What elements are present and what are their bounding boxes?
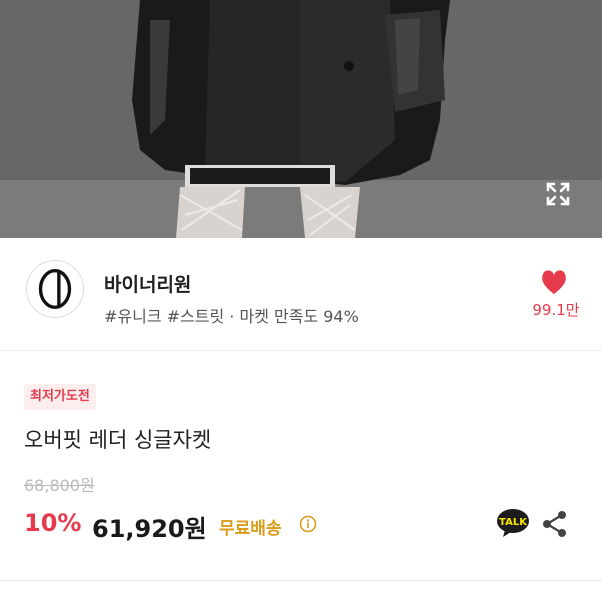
like-count: 99.1만 — [532, 301, 580, 319]
seller-logo[interactable] — [26, 260, 84, 318]
divider — [0, 580, 602, 581]
heart-icon[interactable] — [534, 266, 574, 296]
seller-tags: #유니크 #스트릿 · 마켓 만족도 94% — [104, 307, 359, 326]
product-title: 오버핏 레더 싱글자켓 — [24, 428, 212, 452]
seller-section — [0, 238, 602, 350]
seller-name[interactable]: 바이너리원 — [104, 270, 191, 297]
lowest-price-badge: 최저가도전 — [24, 384, 96, 410]
share-icon[interactable] — [542, 510, 568, 538]
product-photo — [0, 0, 602, 238]
info-icon[interactable] — [299, 515, 317, 533]
product-image[interactable] — [0, 0, 602, 238]
kakaotalk-icon[interactable]: TALK — [496, 508, 530, 538]
talk-label: TALK — [499, 517, 528, 528]
discount-rate: 10% — [24, 509, 82, 537]
original-price: 68,800원 — [24, 476, 95, 495]
divider — [0, 350, 602, 351]
sale-price: 61,920원 — [92, 515, 207, 543]
expand-icon[interactable] — [540, 176, 576, 212]
free-shipping-label: 무료배송 — [219, 519, 282, 539]
